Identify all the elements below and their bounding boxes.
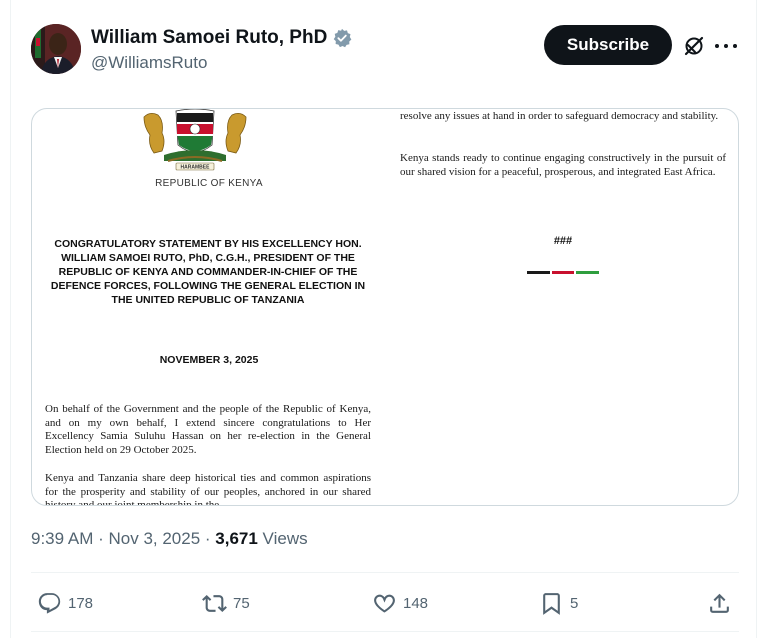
statement-paragraph: Kenya and Tanzania share deep historical…	[45, 472, 371, 506]
views-label: Views	[257, 529, 308, 548]
like-count: 148	[403, 594, 429, 612]
post-meta: 9:39 AM · Nov 3, 2025 · 3,671 Views	[31, 529, 308, 549]
republic-label: REPUBLIC OF KENYA	[155, 178, 263, 189]
avatar[interactable]	[31, 24, 81, 74]
statement-paragraph: Kenya stands ready to continue engaging …	[400, 152, 726, 178]
verified-badge-icon[interactable]	[332, 28, 352, 48]
flag-color-bar	[527, 271, 600, 274]
flag-stripe-red	[551, 271, 575, 274]
bookmark-icon	[543, 592, 560, 615]
reply-button[interactable]: 178	[37, 588, 93, 618]
flag-stripe-green	[576, 271, 600, 274]
repost-icon	[202, 594, 227, 612]
share-button[interactable]	[707, 588, 732, 618]
reply-count: 178	[68, 594, 94, 612]
share-icon	[710, 593, 729, 613]
more-options-icon[interactable]	[715, 35, 737, 57]
display-name[interactable]: William Samoei Ruto, PhD	[91, 27, 327, 49]
meta-separator: ·	[93, 529, 109, 548]
post-header: William Samoei Ruto, PhD @WilliamsRuto S…	[31, 24, 741, 80]
author-names: William Samoei Ruto, PhD @WilliamsRuto	[91, 27, 352, 73]
divider	[31, 572, 739, 573]
flag-stripe-black	[527, 271, 550, 274]
reply-icon	[38, 592, 61, 614]
end-mark: ###	[553, 235, 573, 247]
user-handle[interactable]: @WilliamsRuto	[91, 53, 352, 73]
grok-icon[interactable]	[683, 35, 705, 57]
seal-motto: HARAMBEE	[181, 165, 211, 171]
frame-border-left	[10, 0, 11, 638]
document-page-left: HARAMBEE REPUBLIC OF KENYA CONGRATULATOR…	[32, 109, 386, 506]
bookmark-count: 5	[570, 594, 579, 612]
document-page-right: resolve any issues at hand in order to s…	[386, 109, 738, 505]
statement-title: CONGRATULATORY STATEMENT BY HIS EXCELLEN…	[50, 238, 366, 306]
bookmark-button[interactable]: 5	[539, 588, 578, 618]
views-count: 3,671	[215, 529, 258, 548]
statement-date: NOVEMBER 3, 2025	[159, 354, 259, 366]
meta-separator: ·	[200, 529, 216, 548]
heart-icon	[374, 594, 395, 613]
frame-border-right	[756, 0, 757, 638]
statement-paragraph: resolve any issues at hand in order to s…	[400, 110, 719, 122]
post-date[interactable]: Nov 3, 2025	[108, 529, 200, 548]
repost-button[interactable]: 75	[202, 588, 250, 618]
statement-paragraph: On behalf of the Government and the peop…	[45, 403, 371, 457]
post-image[interactable]: HARAMBEE REPUBLIC OF KENYA CONGRATULATOR…	[31, 108, 739, 506]
subscribe-button[interactable]: Subscribe	[544, 25, 672, 65]
repost-count: 75	[233, 594, 250, 612]
kenya-coat-of-arms-icon: HARAMBEE	[140, 109, 250, 171]
divider	[31, 631, 739, 632]
like-button[interactable]: 148	[372, 588, 428, 618]
post-time[interactable]: 9:39 AM	[31, 529, 93, 548]
action-bar: 178 75 148 5	[31, 588, 739, 618]
